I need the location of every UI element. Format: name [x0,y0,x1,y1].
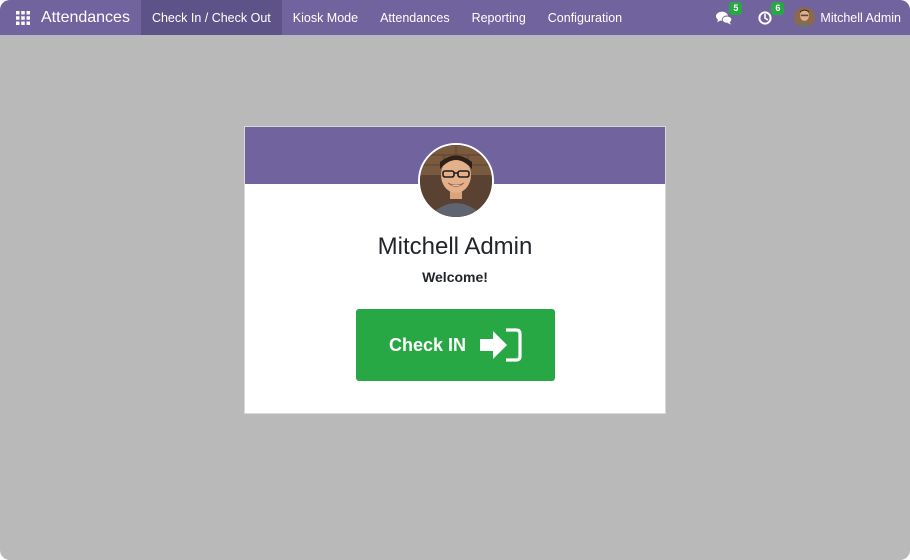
employee-name: Mitchell Admin [377,233,533,260]
menu-item-attendances[interactable]: Attendances [369,0,461,35]
user-name: Mitchell Admin [820,10,901,25]
app-title[interactable]: Attendances [41,9,130,27]
app-window: Attendances Check In / Check Out Kiosk M… [0,0,910,560]
menu-item-configuration[interactable]: Configuration [537,0,633,35]
user-avatar [794,7,816,28]
main-menu: Check In / Check Out Kiosk Mode Attendan… [140,0,633,35]
top-navbar: Attendances Check In / Check Out Kiosk M… [0,0,910,35]
menu-item-kiosk-mode[interactable]: Kiosk Mode [282,0,369,35]
menu-item-reporting[interactable]: Reporting [461,0,537,35]
check-in-label: Check IN [388,334,467,355]
messages-button[interactable]: 5 [716,1,743,25]
activities-button[interactable]: 6 [758,1,785,25]
menu-item-check-in-check-out[interactable]: Check In / Check Out [140,0,282,35]
systray: 5 6 Mitchell Admin [716,0,910,35]
user-menu[interactable]: Mitchell Admin [794,7,901,28]
attendance-card: Mitchell Admin Welcome! Check IN [244,126,666,414]
clock-icon [758,10,773,25]
messages-count-badge: 5 [729,1,743,15]
activities-count-badge: 6 [771,1,785,15]
sign-in-icon [480,328,522,362]
apps-menu-icon[interactable] [6,0,40,35]
check-in-button[interactable]: Check IN [356,309,555,381]
welcome-message: Welcome! [422,269,488,285]
employee-avatar [418,143,494,219]
